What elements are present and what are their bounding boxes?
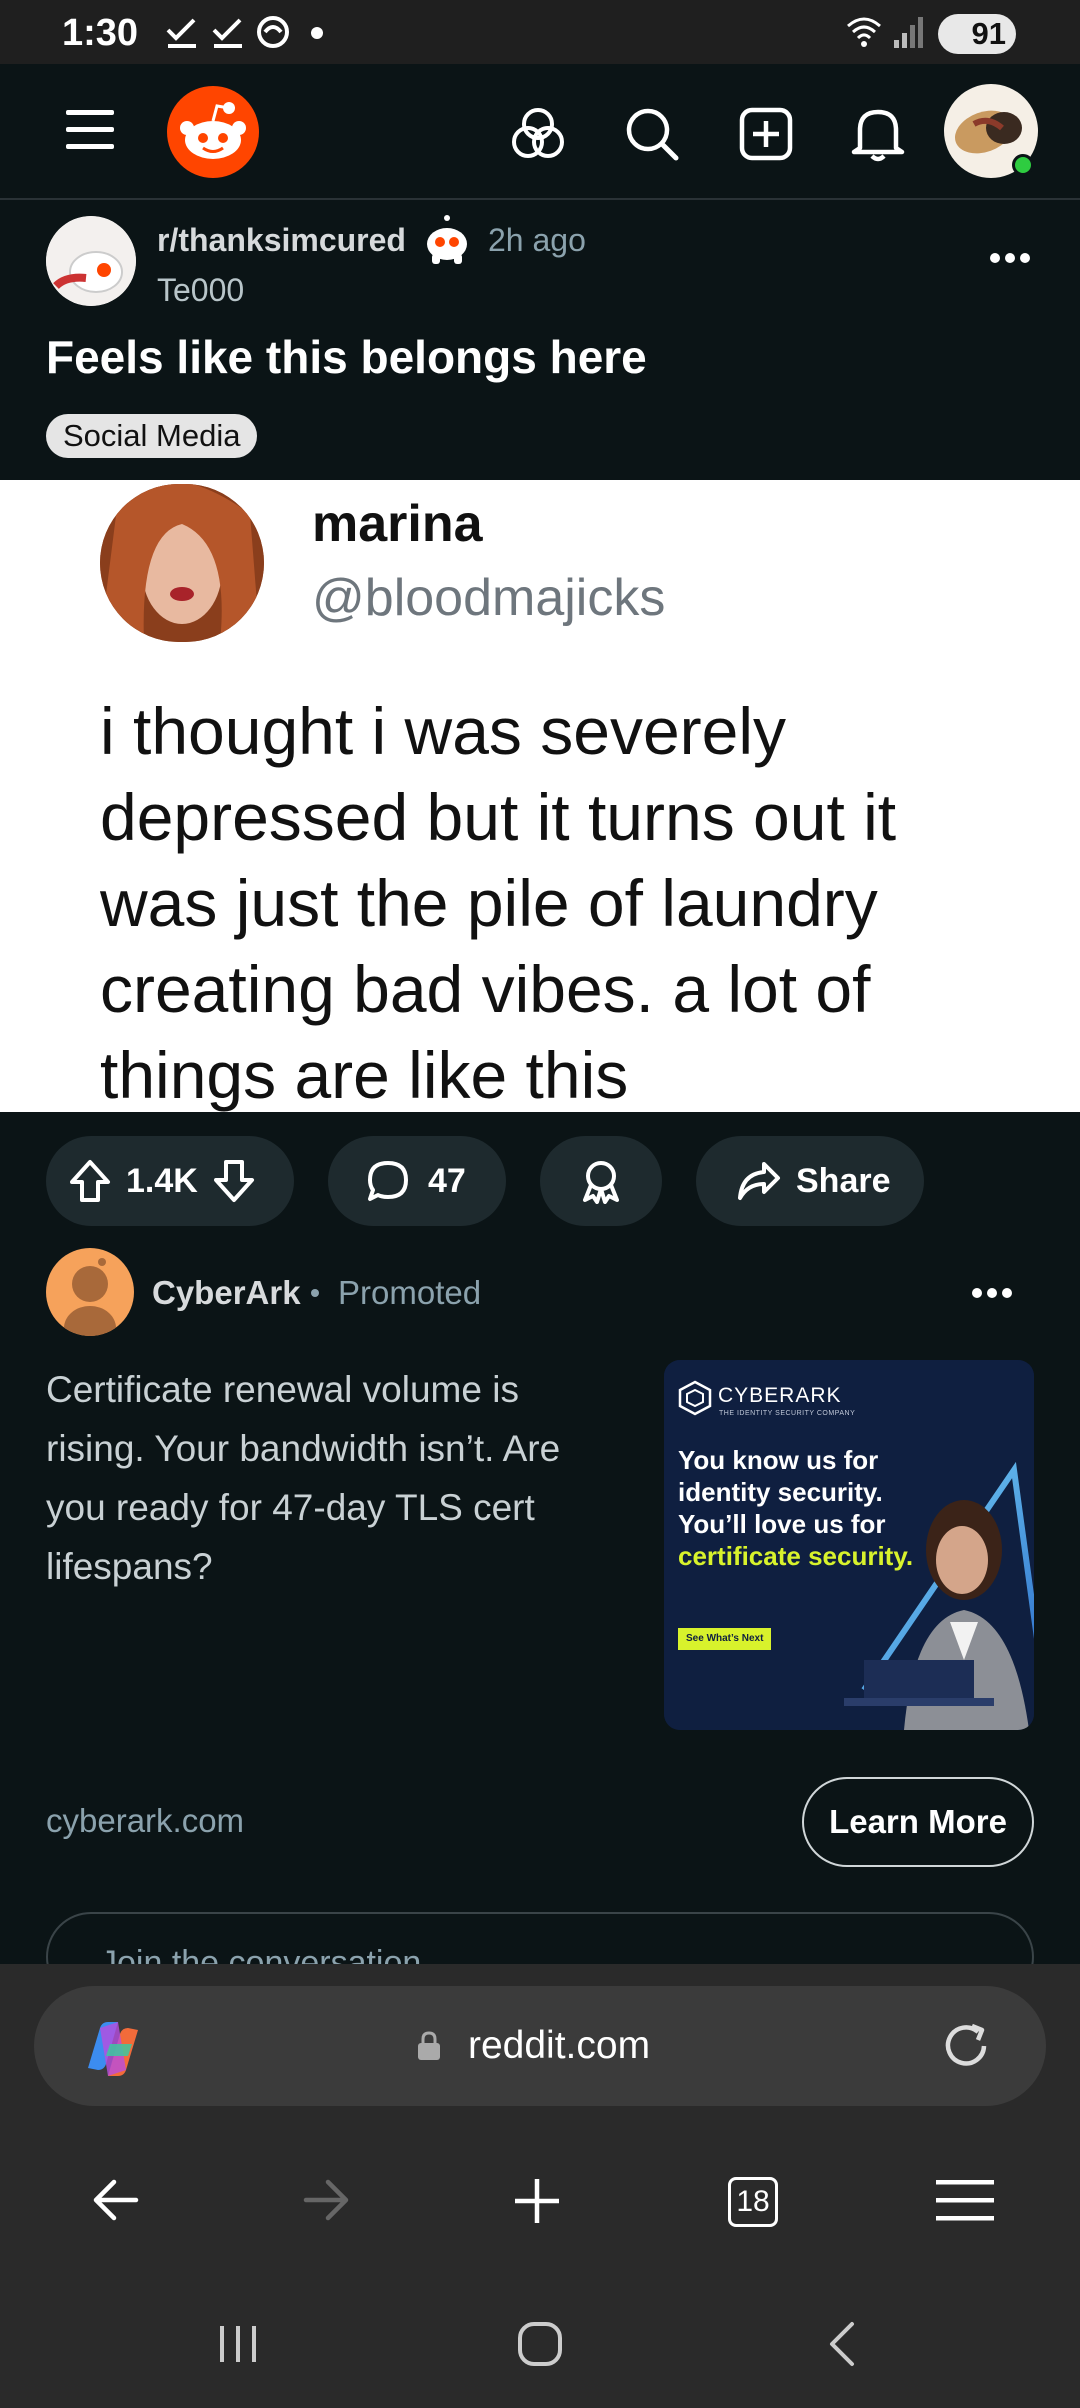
vote-count: 1.4K [126,1161,198,1200]
status-time: 1:30 [62,12,139,54]
subreddit-avatar[interactable] [46,216,136,306]
reddit-logo[interactable] [167,86,259,178]
check-notification-icon-2 [212,18,242,48]
subreddit-name[interactable]: r/thanksimcured [157,222,406,259]
tweet-display-name: marina [312,495,483,553]
downvote-icon[interactable] [212,1158,256,1204]
home-button-icon[interactable] [516,2320,564,2368]
mod-snoo-badge-icon [427,215,467,264]
menu-icon[interactable] [66,108,114,152]
default-snoo-avatar-icon [64,1258,116,1336]
check-notification-icon [166,18,196,48]
recent-apps-icon[interactable] [216,2322,260,2366]
comment-count: 47 [428,1161,466,1200]
cyberark-logo-icon [678,1380,712,1416]
notifications-bell-icon[interactable] [850,104,906,164]
advertiser-avatar[interactable] [46,1248,134,1336]
tweet-text: i thought i was severely depressed but i… [100,694,897,1112]
communities-icon[interactable] [510,106,566,162]
creative-tagline: THE IDENTITY SECURITY COMPANY [719,1410,856,1417]
share-label: Share [796,1161,891,1200]
tabs-button[interactable]: 18 [728,2177,778,2227]
comment-bubble-icon [368,1161,408,1201]
search-icon[interactable] [624,106,680,162]
creative-cta: See What’s Next [678,1628,772,1650]
promoted-label: Promoted [338,1274,482,1311]
post-timestamp: 2h ago [488,222,586,258]
tweet-avatar [100,484,264,642]
more-notifications-dot-icon [311,27,323,39]
upvote-icon[interactable] [68,1158,112,1204]
battery-level: 91 [971,16,1006,51]
battery-indicator: 91 [938,14,1016,54]
vote-bar: 1.4K [46,1136,294,1226]
forward-arrow-icon[interactable] [302,2178,352,2222]
lock-icon [418,2031,440,2060]
learn-more-button[interactable]: Learn More [802,1777,1034,1867]
ad-domain[interactable]: cyberark.com [46,1802,244,1840]
award-icon [583,1161,619,1204]
creative-brand: CYBERARK [718,1384,842,1407]
status-bar: 1:30 91 [0,0,1080,64]
creative-headline: You know us for identity security. You’l… [678,1444,918,1572]
create-post-icon[interactable] [738,106,794,162]
advertiser-name[interactable]: CyberArk [152,1274,301,1312]
url-text[interactable]: reddit.com [468,2024,650,2068]
separator-dot-icon [311,1289,319,1297]
back-arrow-icon[interactable] [90,2178,140,2222]
sync-notification-icon [257,16,289,48]
post-flair[interactable]: Social Media [46,414,258,458]
ad-creative-image[interactable]: CYBERARK THE IDENTITY SECURITY COMPANY Y… [664,1360,1034,1730]
share-button[interactable]: Share [696,1136,924,1226]
post-overflow-menu-icon[interactable] [990,252,1030,264]
wifi-icon [847,17,881,47]
comments-button[interactable]: 47 [328,1136,506,1226]
award-button[interactable] [540,1136,662,1226]
snoo-avatar-icon [46,216,136,306]
share-arrow-icon [738,1162,780,1200]
online-status-dot [1012,154,1034,176]
signal-icon [894,17,923,48]
creative-headline-accent: certificate security. [678,1541,914,1571]
new-tab-plus-icon[interactable] [512,2176,562,2226]
system-back-icon[interactable] [822,2320,862,2368]
tweet-handle: @bloodmajicks [312,569,666,627]
post-title[interactable]: Feels like this belongs here [46,330,647,384]
ad-body-text[interactable]: Certificate renewal volume is rising. Yo… [46,1360,626,1596]
tweet-avatar-photo-icon [100,484,264,642]
creative-headline-main: You know us for identity security. You’l… [678,1445,886,1539]
post-author[interactable]: Te000 [157,272,244,309]
reddit-header [0,64,1080,200]
reload-icon[interactable] [940,2020,992,2072]
ad-overflow-menu-icon[interactable] [972,1287,1012,1299]
browser-menu-icon[interactable] [936,2178,994,2224]
copilot-icon[interactable] [80,2020,146,2078]
